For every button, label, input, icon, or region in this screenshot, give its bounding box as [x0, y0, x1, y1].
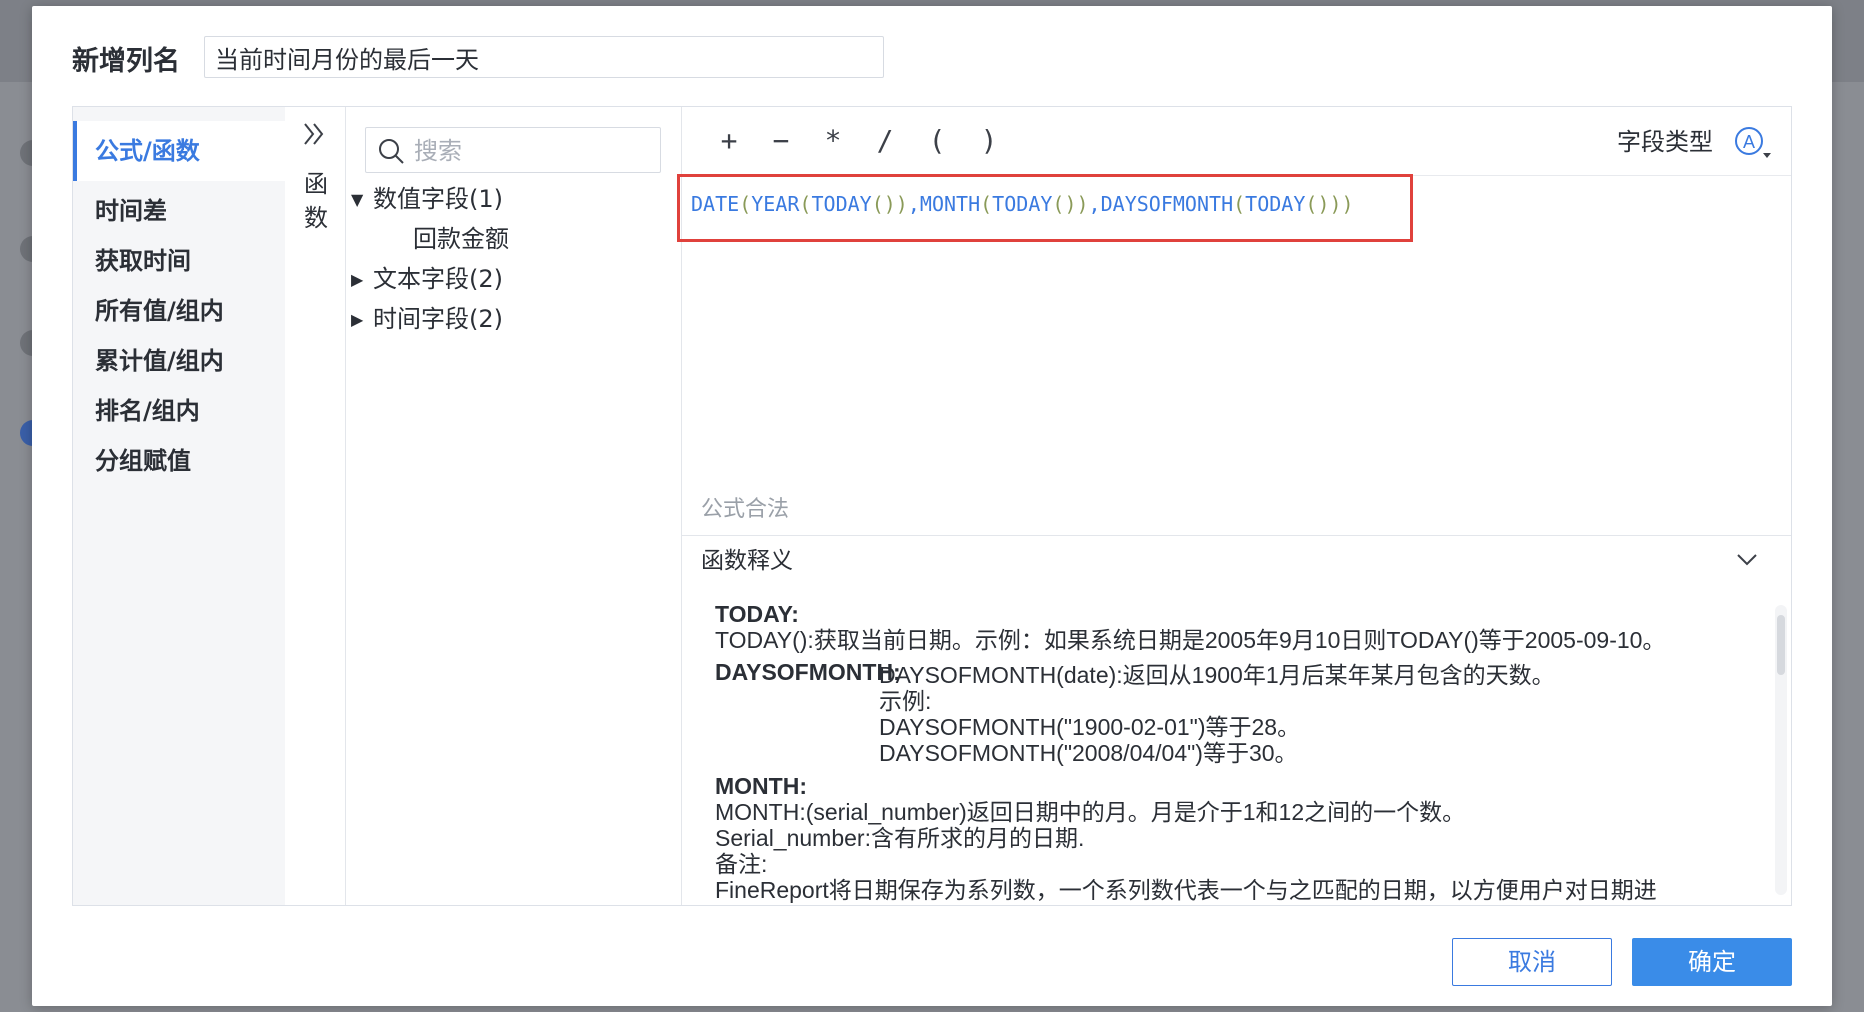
minus-operator-button[interactable]: −: [761, 121, 801, 161]
tree-group-numeric[interactable]: ▼ 数值字段(1): [351, 179, 503, 219]
function-label-char: 函: [304, 170, 328, 198]
operator-toolbar: + − * / ( ) 字段类型 A: [681, 107, 1791, 176]
formula-input-area[interactable]: DATE(YEAR(TODAY()),MONTH(TODAY()),DAYSOF…: [677, 174, 1791, 466]
search-input[interactable]: [412, 130, 656, 172]
tree-leaf-field[interactable]: 回款金额: [413, 219, 509, 259]
formula-status: 公式合法: [701, 497, 790, 522]
function-desc-month-serial: Serial_number:含有所求的月的日期.: [715, 825, 1085, 851]
function-desc-today: TODAY():获取当前日期。示例：如果系统日期是2005年9月10日则TODA…: [715, 627, 1666, 653]
column-name-input[interactable]: [204, 36, 884, 78]
plus-operator-button[interactable]: +: [709, 121, 749, 161]
function-description-body: TODAY: TODAY():获取当前日期。示例：如果系统日期是2005年9月1…: [681, 585, 1791, 905]
formula-editor: + − * / ( ) 字段类型 A DATE(YEAR(TODAY()),MO…: [677, 107, 1791, 905]
field-search[interactable]: [365, 127, 661, 173]
add-column-dialog: 新增列名 公式/函数 时间差 获取时间 所有值/组内 累计值/组内 排名/组内 …: [32, 6, 1832, 1006]
cancel-button[interactable]: 取消: [1452, 938, 1612, 986]
function-description-title: 函数释义: [701, 548, 793, 574]
field-panel: ▼数值字段(1) 回款金额 ▶文本字段(2) ▶时间字段(2): [345, 107, 682, 905]
tree-group-time[interactable]: ▶ 时间字段(2): [351, 299, 503, 339]
double-chevron-right-icon[interactable]: [299, 119, 329, 149]
dialog-title: 新增列名: [72, 46, 180, 77]
function-desc-month-cutoff: FineReport将日期保存为系列数，一个系列数代表一个与之匹配的日期，以方便…: [715, 877, 1657, 903]
formula-editor-frame: 公式/函数 时间差 获取时间 所有值/组内 累计值/组内 排名/组内 分组赋值 …: [72, 106, 1792, 906]
scrollbar-thumb[interactable]: [1777, 615, 1785, 675]
svg-text:A: A: [1743, 132, 1755, 152]
field-type-label: 字段类型: [1617, 128, 1713, 156]
category-group-assign[interactable]: 分组赋值: [73, 431, 285, 491]
function-desc-daysofmonth: DAYSOFMONTH(date):返回从1900年1月后某年某月包含的天数。: [879, 662, 1555, 688]
tree-group-label: 文本字段(2): [373, 265, 503, 293]
caret-down-icon[interactable]: ▼: [351, 180, 373, 220]
function-vertical-label: 函 数: [301, 167, 331, 235]
caret-right-icon[interactable]: ▶: [351, 300, 373, 340]
multiply-operator-button[interactable]: *: [813, 121, 853, 161]
function-panel-toggle[interactable]: 函 数: [285, 107, 346, 905]
chevron-down-icon[interactable]: [1733, 546, 1761, 574]
close-paren-button[interactable]: ): [969, 121, 1009, 161]
formula-text[interactable]: DATE(YEAR(TODAY()),MONTH(TODAY()),DAYSOF…: [691, 188, 1354, 220]
tree-group-text[interactable]: ▶ 文本字段(2): [351, 259, 503, 299]
open-paren-button[interactable]: (: [917, 121, 957, 161]
tree-group-label: 时间字段(2): [373, 305, 503, 333]
divide-operator-button[interactable]: /: [865, 121, 905, 161]
tree-group-label: 数值字段(1): [373, 185, 503, 213]
function-label-char: 数: [304, 204, 328, 232]
function-name-daysofmonth: DAYSOFMONTH:: [715, 659, 901, 685]
search-icon: [379, 139, 404, 164]
function-example-line: DAYSOFMONTH("2008/04/04")等于30。: [879, 740, 1298, 766]
confirm-button[interactable]: 确定: [1632, 938, 1792, 986]
field-type-dropdown-icon[interactable]: A: [1731, 123, 1775, 163]
category-formula[interactable]: 公式/函数: [73, 121, 285, 181]
function-description-header[interactable]: 函数释义: [681, 535, 1791, 585]
caret-right-icon[interactable]: ▶: [351, 260, 373, 300]
category-list: 公式/函数 时间差 获取时间 所有值/组内 累计值/组内 排名/组内 分组赋值: [73, 107, 285, 905]
